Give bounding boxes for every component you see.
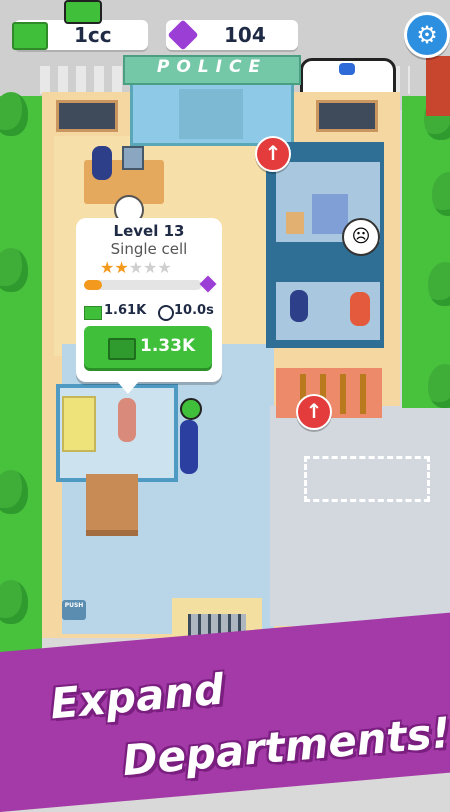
settings-button[interactable]: ⚙ — [404, 12, 450, 58]
tree — [0, 248, 28, 292]
tree — [428, 364, 450, 408]
level-progress-fill — [84, 280, 102, 290]
cash-icon — [12, 22, 48, 50]
computer-icon — [122, 146, 144, 170]
star-rating: ★★★★★ — [100, 258, 200, 277]
cash-counter: 1cc — [12, 20, 148, 50]
cell-bed — [312, 194, 348, 234]
chair — [286, 212, 304, 234]
window — [56, 100, 118, 132]
gear-icon: ⚙ — [416, 21, 438, 49]
cell-level: Level 13 — [113, 222, 185, 240]
star-icon: ★ — [143, 258, 158, 277]
inmate-npc — [118, 398, 136, 442]
gem-icon — [199, 275, 217, 293]
gems-counter: 104 — [166, 19, 298, 51]
brick-building — [426, 56, 450, 116]
star-icon: ★ — [157, 258, 172, 277]
star-icon: ★ — [128, 258, 144, 277]
tree — [428, 262, 450, 306]
hall-floor-right — [270, 406, 402, 626]
upgrade-cost: 1.33K — [140, 336, 196, 356]
crying-face-icon[interactable]: ☹ — [342, 218, 380, 256]
cardboard-box — [86, 474, 138, 536]
siren-icon — [339, 63, 355, 75]
cell-name: Single cell — [110, 240, 188, 258]
star-icon: ★ — [100, 258, 115, 277]
star-icon: ★ — [114, 258, 129, 277]
time-value: 10.0s — [174, 303, 214, 318]
gems-value: 104 — [224, 23, 266, 47]
officer-npc — [290, 290, 308, 322]
level-progress-bar — [84, 280, 202, 290]
shop-cash-icon[interactable] — [64, 0, 102, 24]
push-label: PUSH — [64, 602, 84, 609]
clock-icon — [158, 305, 174, 321]
entrance-gate: POLICE — [123, 55, 301, 146]
expand-arrow-button[interactable]: ↑ — [255, 136, 291, 172]
gate-door — [179, 89, 243, 139]
window — [316, 100, 378, 132]
guard-npc — [180, 420, 198, 474]
gem-icon — [167, 19, 199, 51]
parking-spot — [304, 456, 430, 502]
tree — [0, 580, 28, 624]
cell-info-popup: Level 13 Single cell ★★★★★ 1.61K 10.0s 1… — [76, 218, 222, 394]
crosswalk — [40, 66, 130, 94]
tree — [0, 470, 28, 514]
cell-bed — [62, 396, 96, 452]
tree — [0, 92, 28, 136]
upgrade-cash-icon — [108, 338, 136, 360]
money-marker-icon — [180, 398, 202, 420]
upgrade-button[interactable]: 1.33K — [84, 326, 212, 368]
income-value: 1.61K — [104, 303, 147, 318]
inmate-npc — [350, 292, 370, 326]
officer-npc — [92, 146, 112, 180]
grass-left — [0, 96, 42, 656]
police-sign: POLICE — [156, 57, 268, 77]
cash-value: 1cc — [74, 23, 112, 47]
income-cash-icon — [84, 306, 102, 320]
expand-arrow-button[interactable]: ↑ — [296, 394, 332, 430]
